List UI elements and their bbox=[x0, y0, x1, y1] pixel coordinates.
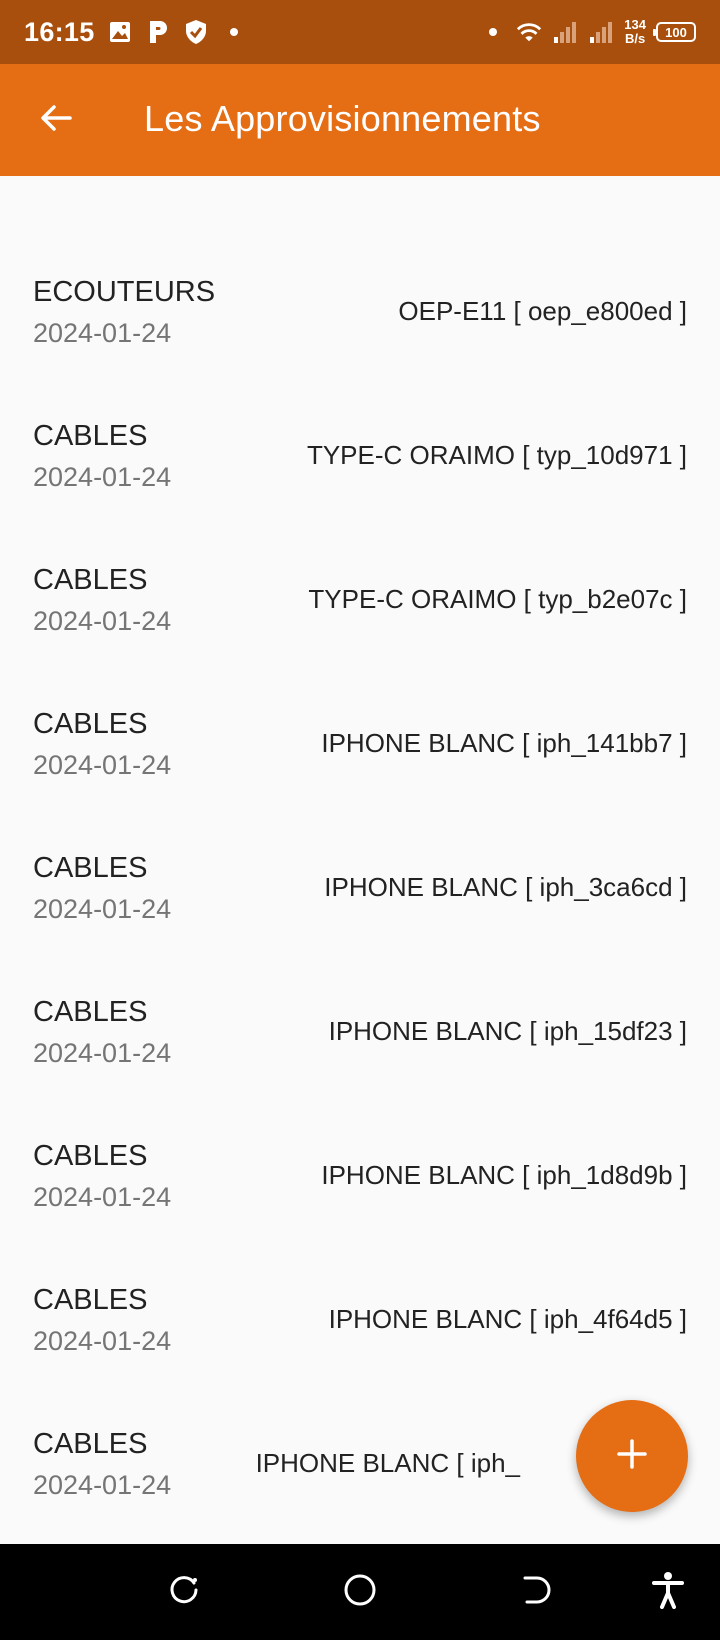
accessibility-button[interactable] bbox=[648, 1571, 688, 1614]
list-item[interactable]: ECOUTEURS 2024-01-24 OEP-E11 [ oep_e800e… bbox=[0, 276, 720, 420]
back-icon bbox=[519, 1573, 553, 1612]
item-product: IPHONE BLANC [ iph_4f64d5 ] bbox=[328, 1304, 687, 1334]
list-item[interactable]: CABLES 2024-01-24 IPHONE BLANC [ iph_141… bbox=[0, 708, 720, 852]
network-speed-value: 134 bbox=[624, 17, 646, 32]
status-right: 134 B/s 100 bbox=[480, 0, 696, 64]
item-product: TYPE-C ORAIMO [ typ_b2e07c ] bbox=[308, 584, 687, 614]
item-category: ECOUTEURS bbox=[33, 276, 216, 308]
item-product: IPHONE BLANC [ iph_3ca6cd ] bbox=[324, 872, 687, 902]
supply-list: ECOUTEURS 2024-01-24 OEP-E11 [ oep_e800e… bbox=[0, 176, 720, 1544]
status-time: 16:15 bbox=[24, 16, 95, 47]
item-category: CABLES bbox=[33, 1284, 148, 1316]
item-category: CABLES bbox=[33, 1140, 148, 1172]
network-speed-unit: B/s bbox=[625, 31, 646, 46]
item-product: TYPE-C ORAIMO [ typ_10d971 ] bbox=[306, 440, 687, 470]
home-button[interactable] bbox=[340, 1572, 380, 1612]
battery-level: 100 bbox=[665, 24, 687, 40]
home-icon bbox=[342, 1572, 378, 1613]
app-bar: Les Approvisionnements bbox=[0, 64, 720, 176]
item-category: CABLES bbox=[33, 420, 148, 452]
battery-icon: 100 bbox=[653, 22, 696, 42]
nav-back-button[interactable] bbox=[516, 1572, 556, 1612]
accessibility-icon bbox=[651, 1571, 685, 1614]
item-product: IPHONE BLANC [ iph_15df23 ] bbox=[328, 1016, 687, 1046]
list-item[interactable]: CABLES 2024-01-24 IPHONE BLANC [ iph_3ca… bbox=[0, 852, 720, 996]
list-item[interactable]: CABLES 2024-01-24 IPHONE BLANC [ iph_15d… bbox=[0, 996, 720, 1140]
item-date: 2024-01-24 bbox=[33, 1182, 172, 1212]
plus-icon bbox=[614, 1436, 650, 1477]
item-category: CABLES bbox=[33, 708, 148, 740]
status-left: 16:15 bbox=[24, 0, 247, 64]
recents-icon bbox=[167, 1573, 201, 1612]
network-speed: 134 B/s bbox=[624, 18, 646, 46]
add-supply-button[interactable] bbox=[576, 1400, 688, 1512]
item-date: 2024-01-24 bbox=[33, 1470, 172, 1500]
item-product: IPHONE BLANC [ iph_ bbox=[255, 1448, 520, 1478]
item-date: 2024-01-24 bbox=[33, 750, 172, 780]
parking-app-icon bbox=[145, 19, 171, 45]
gallery-icon bbox=[107, 19, 133, 45]
item-date: 2024-01-24 bbox=[33, 1326, 172, 1356]
status-bar: 16:15 134 B/s 100 bbox=[0, 0, 720, 64]
item-date: 2024-01-24 bbox=[33, 462, 172, 492]
item-date: 2024-01-24 bbox=[33, 1038, 172, 1068]
notification-dot-icon bbox=[221, 19, 247, 45]
item-date: 2024-01-24 bbox=[33, 318, 172, 348]
item-date: 2024-01-24 bbox=[33, 606, 172, 636]
list-item[interactable]: CABLES 2024-01-24 TYPE-C ORAIMO [ typ_b2… bbox=[0, 564, 720, 708]
item-product: OEP-E11 [ oep_e800ed ] bbox=[398, 296, 687, 326]
wifi-icon bbox=[516, 19, 542, 45]
item-category: CABLES bbox=[33, 1428, 148, 1460]
list-item[interactable]: CABLES 2024-01-24 TYPE-C ORAIMO [ typ_10… bbox=[0, 420, 720, 564]
shield-check-icon bbox=[183, 19, 209, 45]
item-date: 2024-01-24 bbox=[33, 894, 172, 924]
item-product: IPHONE BLANC [ iph_141bb7 ] bbox=[321, 728, 687, 758]
arrow-left-icon bbox=[38, 100, 74, 141]
list-item[interactable]: CABLES 2024-01-24 IPHONE BLANC [ iph_1d8… bbox=[0, 1140, 720, 1284]
item-category: CABLES bbox=[33, 996, 148, 1028]
item-category: CABLES bbox=[33, 852, 148, 884]
item-product: IPHONE BLANC [ iph_1d8d9b ] bbox=[321, 1160, 687, 1190]
signal-icon-2 bbox=[588, 19, 614, 45]
signal-icon bbox=[552, 19, 578, 45]
item-category: CABLES bbox=[33, 564, 148, 596]
system-nav-bar bbox=[0, 1544, 720, 1640]
dot-icon bbox=[480, 19, 506, 45]
back-button[interactable] bbox=[36, 100, 76, 140]
page-title: Les Approvisionnements bbox=[144, 98, 541, 139]
recents-button[interactable] bbox=[164, 1572, 204, 1612]
